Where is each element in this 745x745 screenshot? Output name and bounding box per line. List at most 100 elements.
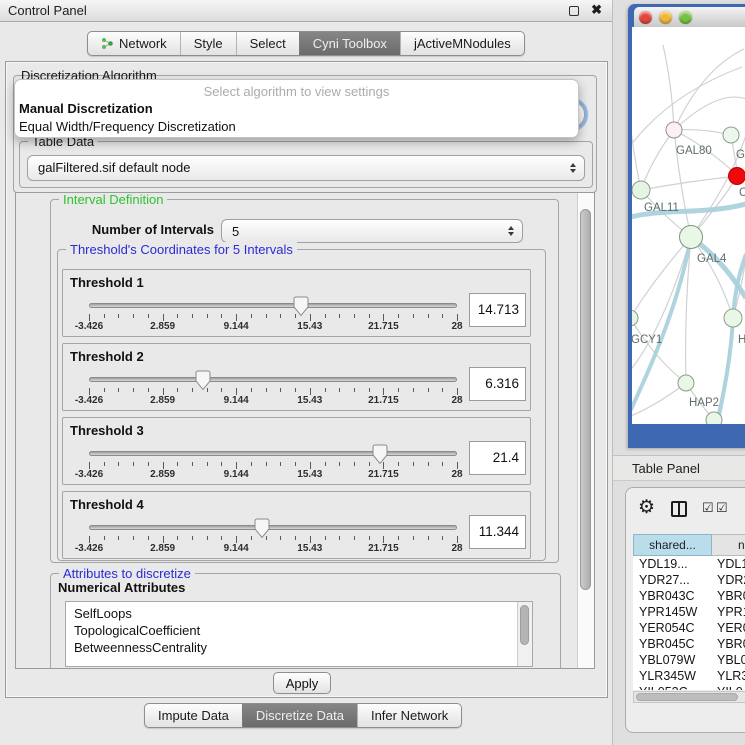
tick-mark (163, 536, 164, 543)
slider-handle[interactable] (195, 370, 211, 396)
tab-network[interactable]: Network (88, 32, 180, 55)
numerical-attributes-list[interactable]: SelfLoopsTopologicalCoefficientBetweenne… (65, 601, 533, 667)
network-node-label: GAL11 (644, 202, 679, 214)
attribute-list-item[interactable]: TopologicalCoefficient (66, 622, 532, 639)
network-edge (632, 237, 691, 373)
network-node[interactable] (723, 127, 739, 143)
table-panel-title: Table Panel (632, 461, 700, 476)
slider-track[interactable] (89, 525, 457, 530)
table-cell-shared-name: YLR345W (633, 668, 712, 684)
apply-button[interactable]: Apply (273, 672, 331, 694)
threshold-value-field[interactable]: 14.713 (469, 293, 526, 327)
tick-mark (207, 314, 208, 318)
checkbox-icon[interactable]: ☑ (716, 500, 728, 516)
tick-mark (221, 462, 222, 466)
tick-mark (148, 388, 149, 392)
table-row[interactable]: YBR043CYBR0 (633, 588, 745, 604)
network-view-titlebar (634, 7, 745, 28)
attribute-list-item[interactable]: SelfLoops (66, 605, 532, 622)
tick-mark (251, 536, 252, 540)
tick-label: 21.715 (353, 321, 413, 332)
table-row[interactable]: YIL052CYIL0 (633, 684, 745, 690)
slider-handle[interactable] (254, 518, 270, 544)
tab-infer-network[interactable]: Infer Network (357, 704, 461, 727)
table-row[interactable]: YPR145WYPR1 (633, 604, 745, 620)
table-row[interactable]: YBR045CYBR0 (633, 636, 745, 652)
network-canvas[interactable]: GAL80GACGAL11GAL4GCY1HHAP2 (632, 27, 745, 424)
slider-track[interactable] (89, 303, 457, 308)
table-row[interactable]: YDR27...YDR2 (633, 572, 745, 588)
network-node[interactable] (724, 309, 742, 327)
table-cell-shared-name: YPR145W (633, 604, 712, 620)
table-cell-name: YPR1 (712, 604, 745, 620)
table-data-combobox[interactable]: galFiltered.sif default node (27, 155, 585, 181)
algorithm-dropdown-popup: Select algorithm to view settings Manual… (14, 79, 579, 138)
network-node-label: GCY1 (632, 334, 662, 346)
tick-mark (192, 536, 193, 540)
table-row[interactable]: YER054CYER0 (633, 620, 745, 636)
algorithm-placeholder: Select algorithm to view settings (15, 84, 578, 99)
settings-scrollbar[interactable] (577, 193, 594, 668)
tab-select[interactable]: Select (236, 32, 299, 55)
tab-jactivemnodules[interactable]: jActiveMNodules (400, 32, 524, 55)
interval-definition-group: Interval Definition Number of Intervals … (50, 199, 559, 563)
table-row[interactable]: YBL079WYBL0 (633, 652, 745, 668)
table-row[interactable]: YDL19...YDL1 (633, 556, 745, 572)
tab-style[interactable]: Style (180, 32, 236, 55)
tick-mark (383, 536, 384, 543)
gear-icon[interactable]: ⚙ (638, 496, 655, 519)
tick-mark (148, 536, 149, 540)
tick-mark (280, 388, 281, 392)
slider-track[interactable] (89, 451, 457, 456)
tab-label: Network (119, 36, 167, 51)
threshold-value-field[interactable]: 6.316 (469, 367, 526, 401)
network-node[interactable] (632, 181, 650, 199)
checkbox-icon[interactable]: ☑ (702, 500, 714, 516)
column-header-shared-name[interactable]: shared... (633, 534, 712, 556)
table-data-combo-value: galFiltered.sif default node (38, 160, 190, 175)
slider-handle[interactable] (372, 444, 388, 470)
network-node[interactable] (706, 412, 722, 424)
table-row[interactable]: YLR345WYLR3 (633, 668, 745, 684)
algorithm-option-equal-width[interactable]: Equal Width/Frequency Discretization (15, 117, 578, 135)
column-layout-icon[interactable] (671, 501, 687, 517)
zoom-traffic-light[interactable] (679, 11, 692, 24)
tick-mark (339, 462, 340, 466)
tab-discretize-data[interactable]: Discretize Data (242, 704, 357, 727)
settings-scrollpane: Interval Definition Number of Intervals … (15, 192, 595, 669)
network-graph: GAL80GACGAL11GAL4GCY1HHAP2 (632, 27, 745, 424)
tick-mark (118, 314, 119, 318)
attributes-group: Attributes to discretize Numerical Attri… (50, 573, 561, 669)
settings-scrollbar-thumb[interactable] (580, 209, 591, 590)
network-node[interactable] (678, 375, 694, 391)
list-scrollbar-thumb[interactable] (520, 605, 529, 645)
list-scrollbar[interactable] (517, 602, 532, 666)
threshold-value-field[interactable]: 21.4 (469, 441, 526, 475)
number-of-intervals-combobox[interactable]: 5 (221, 219, 523, 243)
table-panel-titlebar: Table Panel (613, 455, 745, 481)
slider-track[interactable] (89, 377, 457, 382)
tick-mark (163, 388, 164, 395)
network-node[interactable] (632, 310, 638, 326)
slider-handle[interactable] (293, 296, 309, 322)
tick-mark (325, 462, 326, 466)
tick-mark (413, 314, 414, 318)
tick-mark (163, 462, 164, 469)
table-scrollbar-thumb[interactable] (636, 693, 738, 701)
network-node[interactable] (666, 122, 682, 138)
attribute-list-item[interactable]: BetweennessCentrality (66, 639, 532, 656)
close-icon[interactable]: ✖ (591, 2, 602, 18)
tab-impute-data[interactable]: Impute Data (145, 704, 242, 727)
float-icon[interactable] (569, 6, 579, 16)
threshold-value-field[interactable]: 11.344 (469, 515, 526, 549)
network-node[interactable] (680, 226, 703, 249)
algorithm-option-manual[interactable]: Manual Discretization (15, 99, 578, 117)
screen: Control Panel ✖ NetworkStyleSelectCyni T… (0, 0, 745, 745)
column-header-name[interactable]: n (712, 534, 745, 556)
tick-mark (221, 536, 222, 540)
minimize-traffic-light[interactable] (659, 11, 672, 24)
network-node[interactable] (729, 168, 745, 185)
tab-cyni-toolbox[interactable]: Cyni Toolbox (299, 32, 400, 55)
table-horizontal-scrollbar[interactable] (633, 691, 745, 703)
close-traffic-light[interactable] (639, 11, 652, 24)
